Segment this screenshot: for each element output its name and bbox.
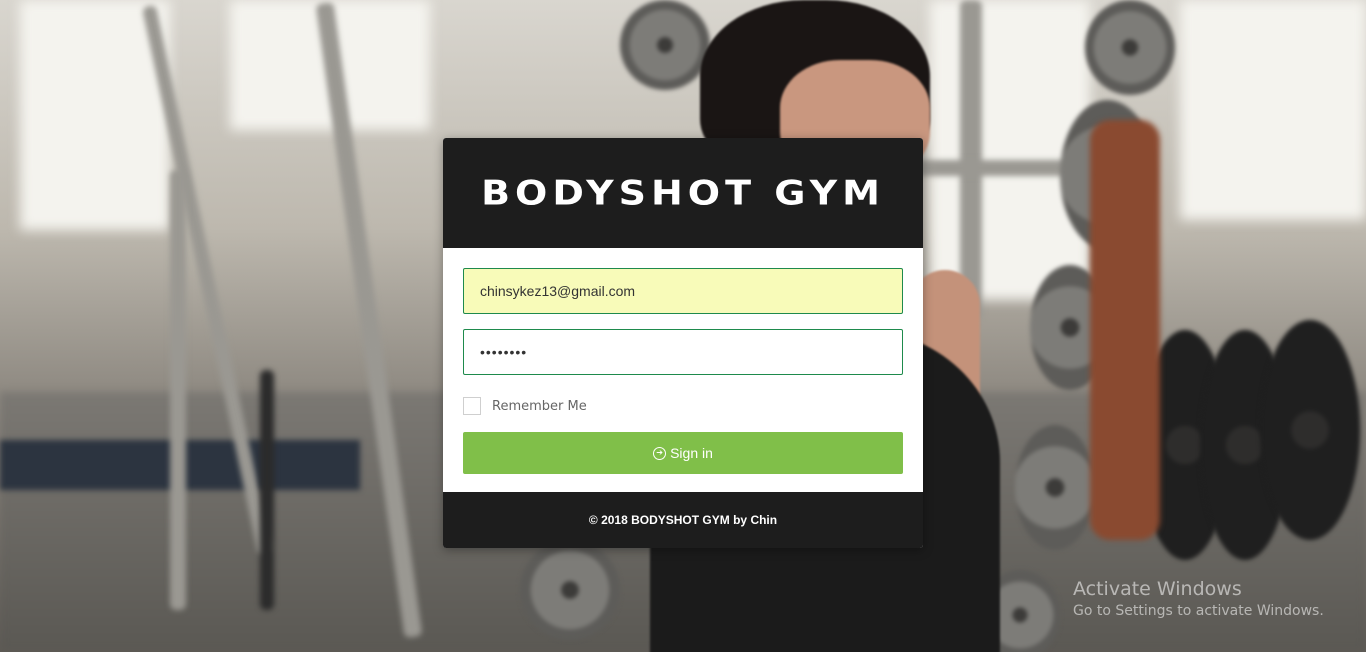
remember-me-label[interactable]: Remember Me [492,399,587,414]
remember-me-checkbox[interactable] [463,397,481,415]
remember-me-row: Remember Me [463,395,903,417]
login-card: BODYSHOT GYM Remember Me ➔ Sign in © 201… [443,138,923,548]
activate-windows-watermark: Activate Windows Go to Settings to activ… [1073,578,1324,619]
login-form: Remember Me ➔ Sign in [443,248,923,474]
watermark-title: Activate Windows [1073,578,1242,600]
sign-in-label: Sign in [670,445,713,461]
brand-logo: BODYSHOT GYM [481,173,885,213]
email-input[interactable] [463,268,903,314]
watermark-subtitle: Go to Settings to activate Windows. [1073,603,1324,619]
copyright-text: © 2018 BODYSHOT GYM by Chin [588,513,778,527]
password-input[interactable] [463,329,903,375]
sign-in-button[interactable]: ➔ Sign in [463,432,903,474]
sign-in-icon: ➔ [653,446,667,460]
login-footer: © 2018 BODYSHOT GYM by Chin [443,492,923,548]
login-header: BODYSHOT GYM [443,138,923,248]
